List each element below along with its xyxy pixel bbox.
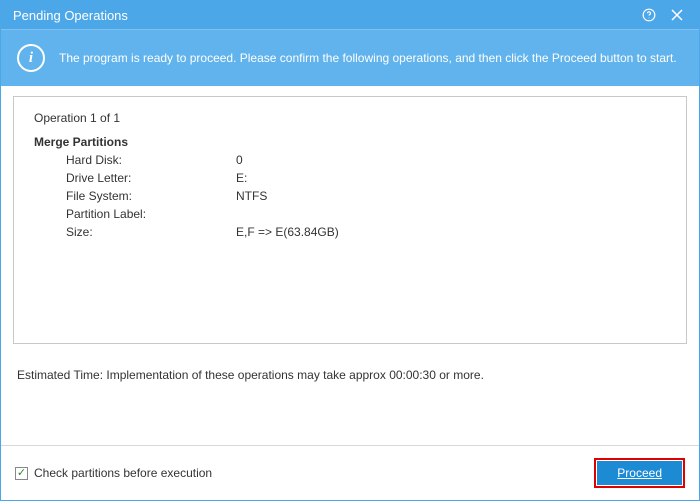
detail-value: NTFS (236, 187, 267, 205)
operation-heading: Operation 1 of 1 (34, 111, 666, 125)
detail-value: E: (236, 169, 247, 187)
detail-value: E,F => E(63.84GB) (236, 223, 339, 241)
checkbox-label: Check partitions before execution (34, 466, 212, 480)
detail-row: Partition Label: (34, 205, 666, 223)
check-partitions-checkbox[interactable]: ✓ Check partitions before execution (15, 466, 212, 480)
banner-text: The program is ready to proceed. Please … (59, 51, 677, 65)
operation-title: Merge Partitions (34, 135, 666, 149)
detail-row: Drive Letter: E: (34, 169, 666, 187)
detail-label: Size: (66, 223, 236, 241)
checkmark-icon: ✓ (17, 468, 26, 479)
detail-label: Drive Letter: (66, 169, 236, 187)
window-title: Pending Operations (13, 8, 635, 23)
detail-label: Hard Disk: (66, 151, 236, 169)
operations-panel: Operation 1 of 1 Merge Partitions Hard D… (13, 96, 687, 344)
estimated-time: Estimated Time: Implementation of these … (13, 344, 687, 382)
titlebar: Pending Operations (1, 1, 699, 29)
info-icon: i (17, 44, 45, 72)
detail-label: Partition Label: (66, 205, 236, 223)
detail-row: File System: NTFS (34, 187, 666, 205)
proceed-button-highlight: Proceed (594, 458, 685, 488)
help-button[interactable] (635, 1, 663, 29)
checkbox-box: ✓ (15, 467, 28, 480)
detail-row: Size: E,F => E(63.84GB) (34, 223, 666, 241)
detail-row: Hard Disk: 0 (34, 151, 666, 169)
proceed-button[interactable]: Proceed (597, 461, 682, 485)
main-content: Operation 1 of 1 Merge Partitions Hard D… (1, 86, 699, 382)
close-button[interactable] (663, 1, 691, 29)
bottom-bar: ✓ Check partitions before execution Proc… (1, 445, 699, 500)
detail-label: File System: (66, 187, 236, 205)
info-banner: i The program is ready to proceed. Pleas… (1, 29, 699, 86)
detail-value: 0 (236, 151, 243, 169)
